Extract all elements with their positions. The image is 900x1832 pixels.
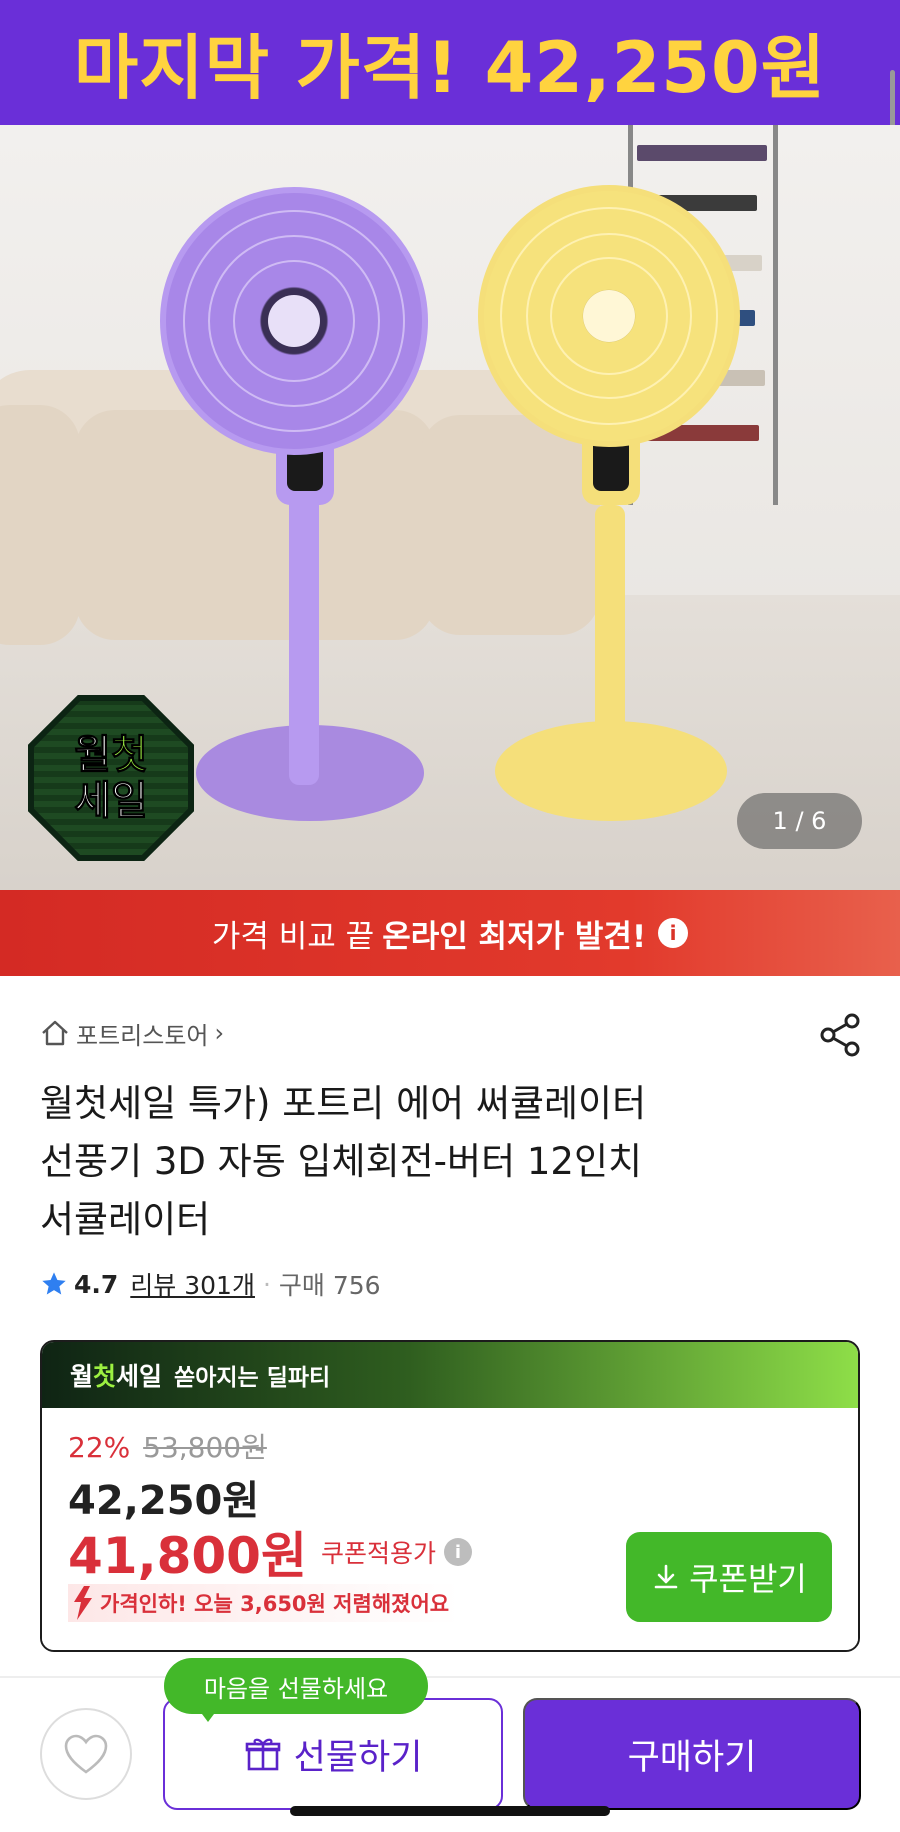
discount-row: 22% 53,800원 (68, 1426, 267, 1466)
hero-sofa-cushion (0, 405, 80, 645)
product-image-carousel[interactable]: 월첫 세일 1 / 6 (0, 125, 900, 890)
price-drop-text: 가격인하! 오늘 3,650원 저렴해졌어요 (100, 1592, 450, 1616)
discount-percent: 22% (68, 1431, 131, 1464)
arrow-down-icon (74, 1586, 92, 1620)
hero-sofa-cushion (420, 415, 600, 635)
download-icon (654, 1564, 678, 1589)
heart-icon (64, 1734, 108, 1774)
yellow-fan-pole (595, 505, 625, 790)
deal-header-text: 세일 (116, 1362, 163, 1391)
purchase-count: 구매 756 (278, 1271, 381, 1300)
coupon-price-label: 쿠폰적용가 (320, 1539, 436, 1568)
product-title-line: 월첫세일 특가) 포트리 에어 써큘레이터 (40, 1082, 647, 1125)
like-button[interactable] (40, 1708, 132, 1800)
purple-fan-head (160, 187, 428, 455)
separator-dot: · (262, 1269, 271, 1299)
product-title: 월첫세일 특가) 포트리 에어 써큘레이터 선풍기 3D 자동 입체회전-버터 … (40, 1075, 860, 1249)
strip-text: 가격 비교 끝 (211, 918, 375, 955)
yellow-fan-head (478, 185, 740, 447)
review-count-link[interactable]: 리뷰 301개 (130, 1266, 255, 1302)
deal-header-subtitle: 쏟아지는 딜파티 (174, 1365, 331, 1391)
badge-text-2: 첫 (111, 732, 149, 779)
badge-text-3: 세일 (74, 778, 149, 825)
home-indicator[interactable] (290, 1806, 610, 1816)
top-promo-banner: 마지막 가격! 42,250원 (0, 0, 900, 125)
deal-header: 월 첫 세일 쏟아지는 딜파티 (42, 1342, 858, 1408)
product-title-line: 서큘레이터 (40, 1198, 211, 1241)
coupon-price: 41,800원 (68, 1527, 307, 1585)
gift-tooltip-tail (196, 1706, 220, 1722)
buy-button-label: 구매하기 (627, 1737, 757, 1777)
store-name: 포트리스토어 (76, 1021, 209, 1050)
rating-row: 4.7 리뷰 301개 · 구매 756 (40, 1266, 381, 1302)
image-counter: 1 / 6 (737, 793, 862, 849)
deal-header-accent: 첫 (93, 1362, 117, 1391)
home-icon (42, 1020, 68, 1046)
promo-banner-text: 마지막 가격! 42,250원 (73, 27, 827, 109)
share-button[interactable] (816, 1010, 866, 1060)
deal-party-box: 월 첫 세일 쏟아지는 딜파티 22% 53,800원 42,250원 41,800… (40, 1340, 860, 1652)
buy-button[interactable]: 구매하기 (523, 1698, 861, 1810)
product-title-line: 선풍기 3D 자동 입체회전-버터 12인치 (40, 1140, 643, 1183)
strip-text-bold: 온라인 최저가 발견! (382, 918, 647, 955)
lowest-price-strip[interactable]: 가격 비교 끝 온라인 최저가 발견! i (0, 890, 900, 976)
gift-button-label: 선물하기 (293, 1737, 423, 1777)
info-icon[interactable]: i (443, 1538, 472, 1566)
month-first-sale-badge: 월첫 세일 (28, 695, 194, 861)
gift-icon (245, 1738, 280, 1771)
gift-tooltip-text: 마음을 선물하세요 (203, 1674, 389, 1703)
price-drop-notice: 가격인하! 오늘 3,650원 저렴해졌어요 (68, 1584, 460, 1622)
rating-value: 4.7 (74, 1269, 119, 1299)
get-coupon-button[interactable]: 쿠폰받기 (626, 1532, 832, 1622)
deal-header-text: 월 (70, 1362, 94, 1391)
store-link[interactable]: 포트리스토어 › (40, 1016, 224, 1050)
deal-body: 22% 53,800원 42,250원 41,800원 쿠폰적용가 i 가격인하… (42, 1408, 858, 1650)
get-coupon-label: 쿠폰받기 (689, 1561, 807, 1597)
original-price: 53,800원 (143, 1431, 267, 1464)
bottom-bar-divider (0, 1676, 900, 1678)
badge-text-1: 월 (74, 732, 112, 779)
info-icon[interactable]: i (658, 918, 689, 948)
share-icon (820, 1013, 860, 1057)
chevron-right-icon: › (214, 1019, 225, 1047)
star-icon (42, 1272, 66, 1295)
coupon-price-row: 41,800원 쿠폰적용가 i (68, 1516, 472, 1588)
purple-fan-pole (289, 475, 319, 785)
